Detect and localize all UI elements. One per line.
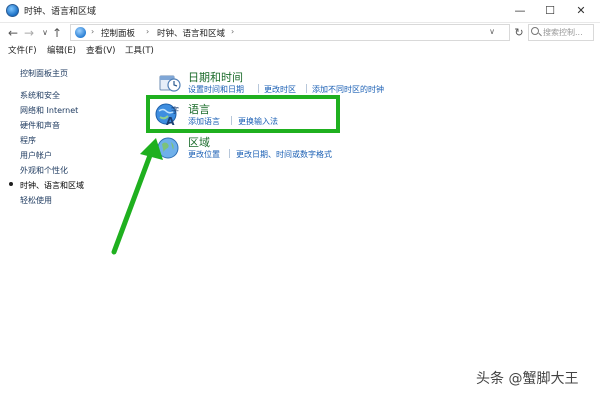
annotation-arrow-icon <box>111 138 163 255</box>
watermark-text: 头条 @蟹脚大王 <box>476 371 579 387</box>
